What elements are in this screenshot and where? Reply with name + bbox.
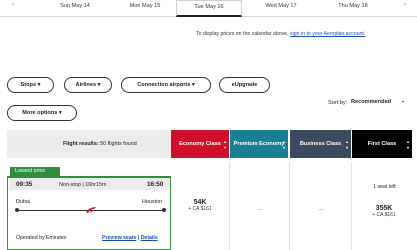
cabin-premium-label: Premium Economy: [233, 141, 285, 147]
column-divider: [351, 162, 352, 250]
cabin-economy-header[interactable]: Economy Class ▴ ▾: [171, 130, 229, 158]
premium-fare-unavailable: ...: [257, 205, 263, 212]
chevron-down-icon: ▾: [58, 110, 62, 116]
cabin-first-label: First Class: [367, 141, 397, 147]
results-header: Flight results: 50 flights found: [7, 130, 171, 158]
airlines-label: Airlines: [75, 82, 97, 88]
destination-city: Houston: [142, 199, 163, 205]
sort-icon: ▴ ▾: [345, 139, 348, 150]
date-selector: ‹ Sun May 14 Mon May 15 Tue May 16 Wed M…: [0, 0, 417, 17]
chevron-down-icon[interactable]: ▾: [402, 99, 404, 104]
chevron-down-icon: ▾: [37, 82, 41, 88]
connection-airports-label: Connection airports: [137, 82, 191, 88]
economy-cash: + CA $161: [188, 206, 212, 212]
cabin-first-header[interactable]: First Class ▴ ▾: [352, 130, 412, 158]
cabin-economy-label: Economy Class: [179, 141, 221, 147]
link-separator: |: [137, 235, 140, 241]
sort-select[interactable]: Recommended: [351, 99, 391, 105]
sort-label: Sort by:: [328, 100, 348, 106]
date-tab-thu-may-18[interactable]: Thu May 18: [318, 3, 388, 9]
sign-in-notice: To display prices on the calendar above,…: [196, 31, 365, 37]
more-options-button[interactable]: More options ▾: [7, 105, 77, 121]
origin-dot: [15, 208, 19, 212]
date-tab-wed-may-17[interactable]: Wed May 17: [246, 3, 316, 9]
seats-left: 1 seat left: [373, 184, 396, 190]
emirates-logo-icon: [86, 207, 96, 213]
date-tab-sun-may-14[interactable]: Sun May 14: [40, 3, 110, 9]
results-label: Flight results:: [63, 141, 99, 147]
destination-dot: [162, 208, 166, 212]
economy-points: 54K: [193, 199, 207, 206]
results-count: Flight results: 50 flights found: [63, 141, 137, 147]
eupgrade-filter-button[interactable]: eUpgrade: [219, 77, 270, 93]
more-options-label: More options: [22, 110, 58, 116]
lowest-price-badge: Lowest price: [10, 167, 60, 176]
flight-links: Preview seats | Details: [102, 235, 158, 241]
arrival-time: 16:50: [147, 181, 164, 188]
operated-by: Operated by Emirates: [16, 235, 67, 241]
flight-duration: Non-stop | 16hr15m: [59, 182, 107, 188]
chevron-right-icon[interactable]: ›: [404, 2, 406, 8]
sort-icon: ▴ ▾: [223, 139, 226, 150]
details-link[interactable]: Details: [141, 235, 158, 241]
preview-seats-link[interactable]: Preview seats: [102, 235, 136, 241]
cabin-premium-header[interactable]: Premium Economy ▴ ▾: [230, 130, 288, 158]
date-tab-mon-may-15[interactable]: Mon May 15: [110, 3, 180, 9]
cabin-business-label: Business Class: [299, 141, 342, 147]
departure-time: 09:35: [16, 181, 33, 188]
chevron-left-icon[interactable]: ‹: [12, 2, 14, 8]
date-tab-tue-may-16[interactable]: Tue May 16: [176, 0, 242, 17]
first-fare-button[interactable]: 355K + CA $161: [354, 205, 414, 218]
eupgrade-label: eUpgrade: [231, 82, 258, 88]
sort-icon: ▴ ▾: [282, 139, 285, 150]
origin-city: Dubai: [16, 199, 31, 205]
chevron-down-icon: ▾: [191, 82, 195, 88]
economy-fare-button[interactable]: 54K + CA $161: [170, 199, 230, 212]
business-fare-unavailable: ...: [318, 205, 324, 212]
airlines-filter-button[interactable]: Airlines ▾: [64, 77, 112, 93]
sort-icon: ▴ ▾: [406, 139, 409, 150]
notice-text: To display prices on the calendar above,: [196, 31, 289, 37]
chevron-down-icon: ▾: [97, 82, 101, 88]
first-points: 355K: [375, 205, 393, 212]
results-count-text: 50 flights found: [100, 141, 137, 147]
sign-in-link[interactable]: sign in to your Aeroplan account.: [290, 31, 365, 37]
first-cash: + CA $161: [372, 212, 396, 218]
stops-filter-button[interactable]: Stops ▾: [7, 77, 54, 93]
stops-label: Stops: [20, 82, 37, 88]
connection-airports-filter-button[interactable]: Connection airports ▾: [121, 77, 211, 93]
cabin-business-header[interactable]: Business Class ▴ ▾: [290, 130, 351, 158]
